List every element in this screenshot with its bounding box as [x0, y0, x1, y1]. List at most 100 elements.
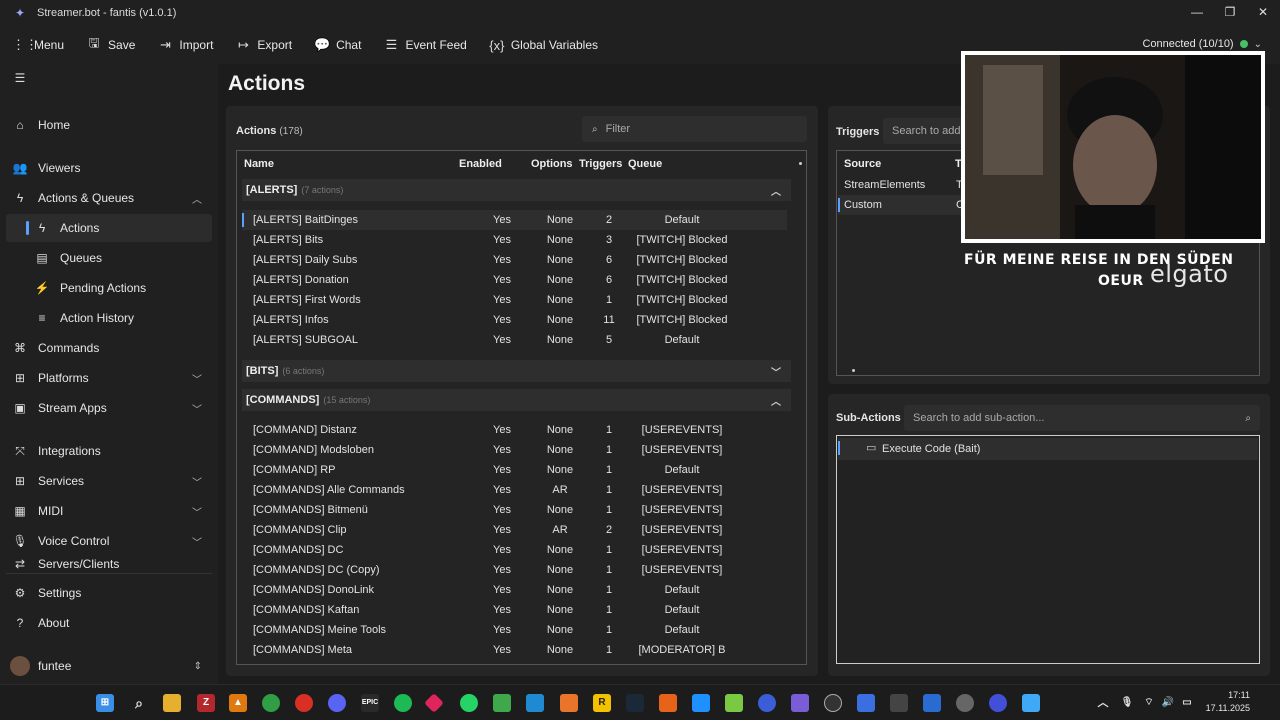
table-row[interactable]: [COMMANDS] Kaftan Yes None 1 Default — [242, 600, 787, 620]
hamburger-button[interactable]: ☰ — [6, 64, 212, 92]
table-row[interactable]: [COMMANDS] Meta Yes None 1 [MODERATOR] B — [242, 640, 787, 660]
minimize-icon[interactable]: — — [1187, 5, 1207, 19]
battery-icon[interactable]: ▭ — [1178, 694, 1196, 712]
app-green-icon[interactable] — [493, 694, 511, 712]
sidebar-item-integrations[interactable]: ⤧ Integrations — [6, 437, 212, 465]
column-header-queue[interactable]: Queue — [628, 151, 662, 177]
column-header-options[interactable]: Options — [531, 151, 573, 177]
app-circle-icon[interactable] — [758, 694, 776, 712]
app-orange2-icon[interactable] — [659, 694, 677, 712]
table-row[interactable]: [COMMAND] Distanz Yes None 1 [USEREVENTS] — [242, 420, 787, 440]
chevron-up-icon[interactable]: ︿ — [1094, 694, 1112, 712]
wifi-icon[interactable]: ⌔ — [1140, 694, 1158, 712]
export-button[interactable]: ↦ Export — [235, 37, 292, 53]
settings-icon[interactable] — [956, 694, 974, 712]
scroll-indicator[interactable] — [799, 162, 802, 165]
sidebar-item-midi[interactable]: ▦ MIDI ﹀ — [6, 497, 212, 525]
sidebar-item-action-history[interactable]: ≡ Action History — [6, 304, 212, 332]
table-row[interactable]: [ALERTS] Infos Yes None 11 [TWITCH] Blocked — [242, 310, 787, 330]
volume-icon[interactable]: 🔊 — [1159, 694, 1177, 712]
restore-icon[interactable]: ❐ — [1220, 5, 1240, 19]
column-header-enabled[interactable]: Enabled — [459, 151, 502, 177]
group-header-bits[interactable]: [BITS] (6 actions) ﹀ — [242, 360, 791, 382]
table-row[interactable]: [ALERTS] Daily Subs Yes None 6 [TWITCH] Bloc… — [242, 250, 787, 270]
save-button[interactable]: 🖫 Save — [86, 34, 135, 56]
table-row[interactable]: [COMMAND] Modsloben Yes None 1 [USEREVENTS] — [242, 440, 787, 460]
whatsapp-icon[interactable] — [460, 694, 478, 712]
table-row[interactable]: [COMMANDS] DonoLink Yes None 1 Default — [242, 580, 787, 600]
table-row[interactable]: [ALERTS] BaitDinges Yes None 2 Default — [242, 210, 787, 230]
table-row[interactable]: [COMMANDS] DC Yes None 1 [USEREVENTS] — [242, 540, 787, 560]
app-diamond-icon[interactable] — [424, 693, 444, 713]
sidebar-item-about[interactable]: ? About — [6, 609, 212, 637]
table-row[interactable]: [ALERTS] First Words Yes None 1 [TWITCH] Blo… — [242, 290, 787, 310]
user-profile[interactable]: funtee ⇕ — [6, 652, 212, 680]
close-icon[interactable]: ✕ — [1253, 5, 1273, 19]
notepad-icon[interactable] — [1022, 694, 1040, 712]
import-button[interactable]: ⇥ Import — [157, 37, 213, 53]
group-header-alerts[interactable]: [ALERTS] (7 actions) ︿ — [242, 179, 791, 201]
trigger-search-input[interactable]: Search to add t — [883, 118, 973, 144]
menu-button[interactable]: ⋮⋮ Menu — [12, 37, 64, 53]
chat-button[interactable]: 💬 Chat — [314, 37, 361, 53]
clock[interactable]: 17:11 17.11.2025 — [1200, 689, 1250, 715]
filezilla-icon[interactable]: Z — [197, 694, 215, 712]
vscode-icon[interactable] — [526, 694, 544, 712]
global-variables-button[interactable]: {x} Global Variables — [489, 38, 598, 53]
group-header-commands[interactable]: [COMMANDS] (15 actions) ︿ — [242, 389, 791, 411]
table-row[interactable]: [ALERTS] Bits Yes None 3 [TWITCH] Blocked — [242, 230, 787, 250]
chrome-icon[interactable] — [262, 694, 280, 712]
discord-icon[interactable] — [328, 694, 346, 712]
column-header-name[interactable]: Name — [244, 151, 274, 177]
table-row[interactable]: [COMMANDS] Clip Yes AR 2 [USEREVENTS] — [242, 520, 787, 540]
chevron-up-icon[interactable]: ︿ — [771, 393, 781, 408]
windows-start-icon[interactable]: ⊞ — [96, 694, 114, 712]
table-row[interactable]: [COMMAND] RP Yes None 1 Default — [242, 460, 787, 480]
sidebar-item-queues[interactable]: ▤ Queues — [6, 244, 212, 272]
column-header-triggers[interactable]: Triggers — [579, 151, 622, 177]
sidebar-item-viewers[interactable]: 👥 Viewers — [6, 154, 212, 182]
sidebar-item-services[interactable]: ⊞ Services ﹀ — [6, 467, 212, 495]
search-icon[interactable]: ⌕ — [130, 694, 148, 712]
streamerbot-icon[interactable] — [857, 694, 875, 712]
app-wave-icon[interactable] — [923, 694, 941, 712]
sidebar-item-stream-apps[interactable]: ▣ Stream Apps ﹀ — [6, 394, 212, 422]
davinci-icon[interactable] — [890, 694, 908, 712]
filter-input[interactable]: ⌕ Filter — [582, 116, 807, 142]
app-arrow-icon[interactable] — [989, 694, 1007, 712]
table-row[interactable]: [COMMANDS] Bitmenü Yes None 1 [USEREVENTS] — [242, 500, 787, 520]
obs-icon[interactable] — [824, 694, 842, 712]
sidebar-item-servers-clients[interactable]: ⇄ Servers/Clients — [6, 557, 212, 571]
table-row[interactable]: [ALERTS] Donation Yes None 6 [TWITCH] Blocke… — [242, 270, 787, 290]
table-row[interactable]: [COMMANDS] Meine Tools Yes None 1 Default — [242, 620, 787, 640]
table-row[interactable]: [COMMANDS] DC (Copy) Yes None 1 [USEREVENTS] — [242, 560, 787, 580]
app-network-icon[interactable] — [791, 694, 809, 712]
chrome-profile-icon[interactable] — [295, 694, 313, 712]
event-feed-button[interactable]: ☰ Event Feed — [383, 37, 467, 53]
column-header-source[interactable]: Source — [844, 151, 881, 177]
sidebar-item-voice-control[interactable]: 🎙 Voice Control ﹀ — [6, 527, 212, 555]
table-row[interactable]: [COMMANDS] Alle Commands Yes AR 1 [USEREVENT… — [242, 480, 787, 500]
subaction-item[interactable]: ▭ Execute Code (Bait) — [838, 438, 1258, 460]
steam-icon[interactable] — [626, 694, 644, 712]
scroll-indicator[interactable] — [852, 369, 855, 372]
app-orange-icon[interactable] — [560, 694, 578, 712]
sidebar-item-pending-actions[interactable]: ⚡ Pending Actions — [6, 274, 212, 302]
microphone-icon[interactable]: 🎙 — [1118, 694, 1136, 712]
subaction-search-input[interactable]: Search to add sub-action... ⌕ — [904, 405, 1260, 431]
sidebar-item-actions[interactable]: ϟ Actions — [6, 214, 212, 242]
file-explorer-icon[interactable] — [163, 694, 181, 712]
epic-games-icon[interactable]: EPIC — [361, 694, 379, 712]
app-blue-icon[interactable] — [692, 694, 710, 712]
chevron-up-icon[interactable]: ︿ — [771, 183, 781, 198]
app-cube-icon[interactable] — [725, 694, 743, 712]
chevron-down-icon[interactable]: ﹀ — [771, 364, 781, 379]
table-row[interactable]: [ALERTS] SUBGOAL Yes None 5 Default — [242, 330, 787, 350]
sidebar-item-commands[interactable]: ⌘ Commands — [6, 334, 212, 362]
connection-status[interactable]: Connected (10/10) ⌄ — [1142, 38, 1262, 50]
sidebar-item-home[interactable]: ⌂ Home — [6, 111, 212, 139]
vlc-icon[interactable]: ▲ — [229, 694, 247, 712]
sidebar-item-actions-queues[interactable]: ϟ Actions & Queues ︿ — [6, 184, 212, 212]
sidebar-item-settings[interactable]: ⚙ Settings — [6, 579, 212, 607]
spotify-icon[interactable] — [394, 694, 412, 712]
